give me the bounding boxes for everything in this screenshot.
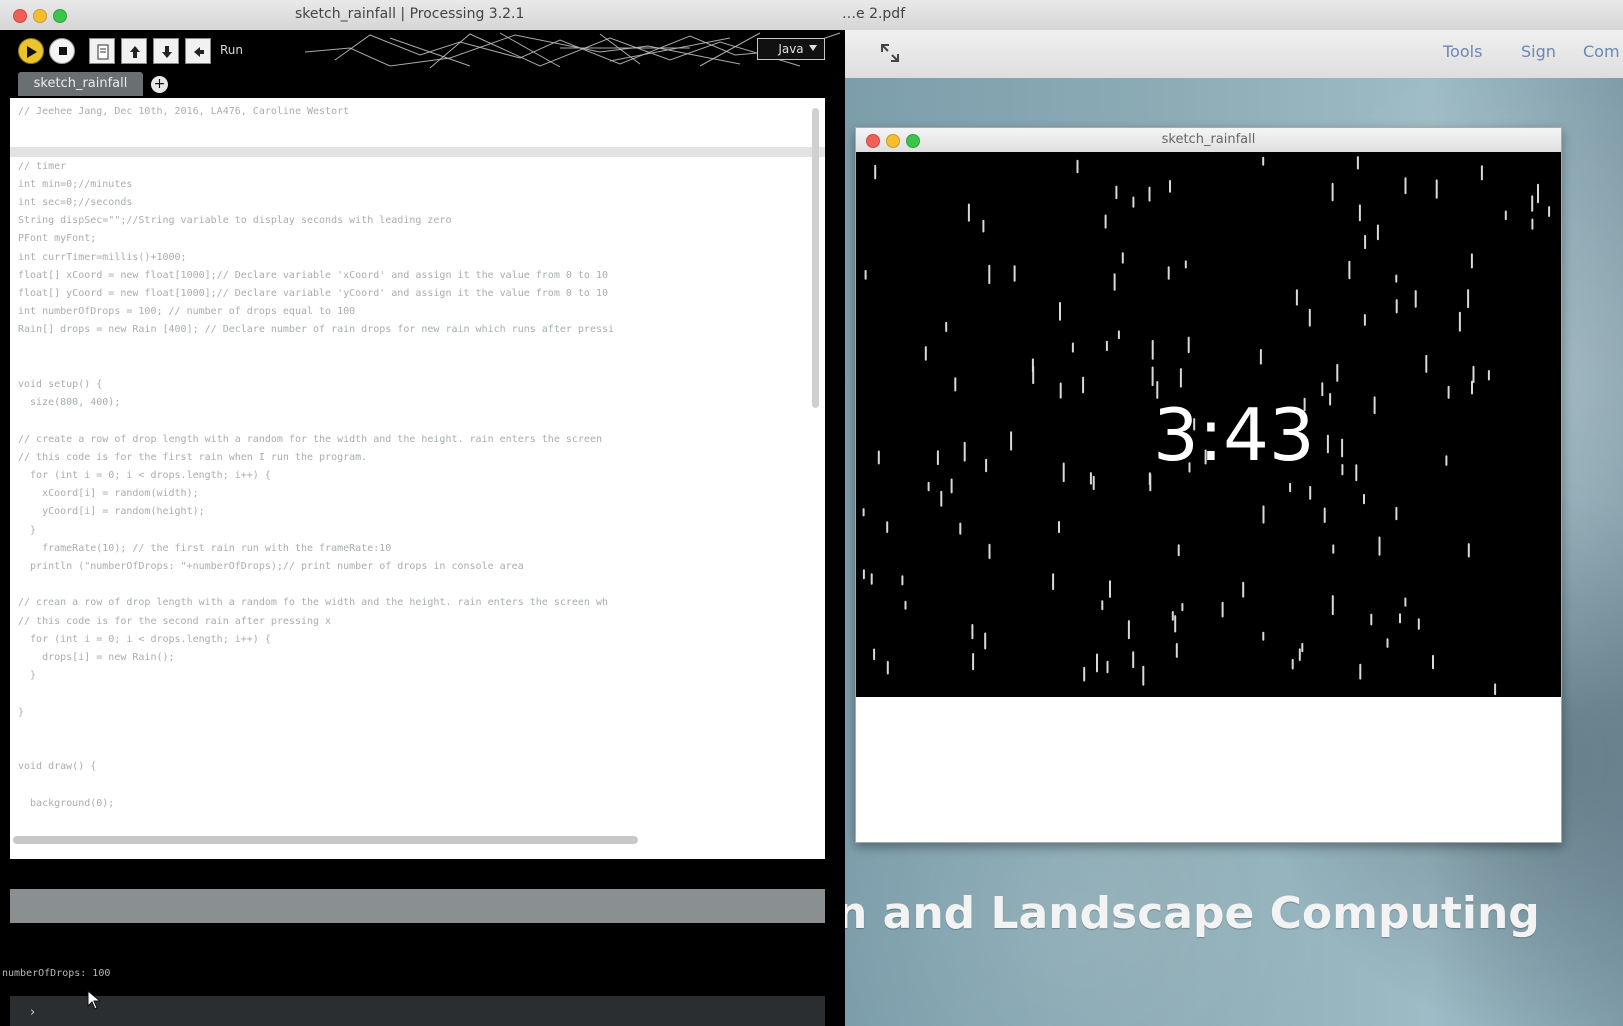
ide-toolbar: Run Java xyxy=(0,30,845,68)
stop-button[interactable] xyxy=(49,38,75,64)
code-line: // timer xyxy=(18,160,67,172)
code-line: background(0); xyxy=(18,797,115,809)
sketch-window: sketch_rainfall 3:43 xyxy=(855,127,1562,843)
pdf-caption: n and Landscape Computing xyxy=(845,888,1540,939)
code-line: int min=0;//minutes xyxy=(18,178,133,190)
code-line: // crean a row of drop length with a ran… xyxy=(18,597,609,609)
tab-sketch-rainfall[interactable]: sketch_rainfall xyxy=(18,72,143,96)
run-icon xyxy=(27,46,37,58)
comment-menu[interactable]: Com xyxy=(1583,42,1620,61)
sketch-blank-area xyxy=(856,697,1561,842)
code-line: drops[i] = new Rain(); xyxy=(18,652,175,663)
code-editor[interactable]: // Jeehee Jang, Dec 10th, 2016, LA476, C… xyxy=(10,98,825,859)
console-bottom-bar: › xyxy=(10,996,825,1026)
code-line: String dispSec="";//String variable to d… xyxy=(18,215,452,227)
code-line: xCoord[i] = random(width); xyxy=(18,488,199,500)
code-line: } xyxy=(18,524,37,536)
sketch-window-title: sketch_rainfall xyxy=(1161,132,1256,147)
editor-status-bar xyxy=(10,889,825,923)
code-line: // this code is for the first rain when … xyxy=(18,451,368,463)
close-window-button[interactable] xyxy=(13,9,27,23)
code-line: size(800, 400); xyxy=(18,397,121,409)
stop-icon xyxy=(59,47,67,55)
mouse-cursor-icon xyxy=(87,990,101,1010)
code-line: float[] yCoord = new float[1000];// Decl… xyxy=(18,288,609,299)
code-line: // this code is for the second rain afte… xyxy=(18,615,332,627)
pdf-window-title: …e 2.pdf xyxy=(842,6,906,22)
mac-titlebar: sketch_rainfall | Processing 3.2.1 …e 2.… xyxy=(0,0,1623,31)
code-line: } xyxy=(18,670,37,682)
editor-horizontal-scrollbar[interactable] xyxy=(13,836,638,844)
save-icon xyxy=(162,46,172,58)
code-line: int numberOfDrops = 100; // number of dr… xyxy=(18,306,356,318)
rain-canvas: 3:43 xyxy=(856,152,1561,697)
new-tab-button[interactable]: + xyxy=(151,76,168,93)
open-button[interactable] xyxy=(121,38,147,64)
chevron-down-icon xyxy=(809,45,817,51)
console-prompt: › xyxy=(30,1005,36,1020)
tab-bar: sketch_rainfall + xyxy=(0,68,845,98)
run-label: Run xyxy=(220,43,244,57)
code-line: float[] xCoord = new float[1000];// Decl… xyxy=(18,269,609,281)
code-line: int sec=0;//seconds xyxy=(18,197,133,208)
open-icon xyxy=(130,46,140,58)
code-line: void setup() { xyxy=(18,379,103,390)
minimize-window-button[interactable] xyxy=(33,9,47,23)
code-line: yCoord[i] = random(height); xyxy=(18,506,205,518)
tools-menu[interactable]: Tools xyxy=(1443,42,1482,61)
code-line: int currTimer=millis()+1000; xyxy=(18,251,187,263)
code-line: void draw() { xyxy=(18,761,97,773)
new-sketch-button[interactable] xyxy=(89,38,115,64)
save-button[interactable] xyxy=(153,38,179,64)
run-button[interactable] xyxy=(18,38,44,64)
screen: sketch_rainfall | Processing 3.2.1 …e 2.… xyxy=(0,0,1623,1026)
new-sketch-icon xyxy=(97,44,109,60)
code-line: for (int i = 0; i < drops.length; i++) { xyxy=(18,633,271,645)
code-line: println ("numberOfDrops: "+numberOfDrops… xyxy=(18,561,524,572)
pdf-toolbar: Tools Sign Com xyxy=(845,30,1623,79)
editor-vertical-scrollbar[interactable] xyxy=(812,108,819,408)
code-line: PFont myFont; xyxy=(18,233,97,245)
code-line: frameRate(10); // the first rain run wit… xyxy=(18,542,392,554)
code-line: // Jeehee Jang, Dec 10th, 2016, LA476, C… xyxy=(18,106,350,117)
processing-ide: Run Java sketch_rainfall + // Jeehee Jan… xyxy=(0,30,845,1026)
ide-window-title: sketch_rainfall | Processing 3.2.1 xyxy=(295,6,525,22)
code-line: for (int i = 0; i < drops.length; i++) { xyxy=(18,470,271,481)
code-line: Rain[] drops = new Rain [400]; // Declar… xyxy=(18,324,615,336)
code-line: // create a row of drop length with a ra… xyxy=(18,433,602,445)
timer-display: 3:43 xyxy=(1153,393,1315,477)
code-line: } xyxy=(18,706,25,718)
export-button[interactable] xyxy=(185,38,211,64)
mode-label: Java xyxy=(778,42,804,56)
mode-select[interactable]: Java xyxy=(757,38,825,60)
expand-icon[interactable] xyxy=(879,42,901,64)
sign-menu[interactable]: Sign xyxy=(1521,42,1556,61)
console-area xyxy=(10,923,825,995)
export-icon xyxy=(194,47,204,57)
console-output: numberOfDrops: 100 xyxy=(2,968,111,979)
sketch-titlebar: sketch_rainfall xyxy=(856,128,1561,153)
editor-separator xyxy=(10,147,825,157)
zoom-window-button[interactable] xyxy=(53,9,67,23)
